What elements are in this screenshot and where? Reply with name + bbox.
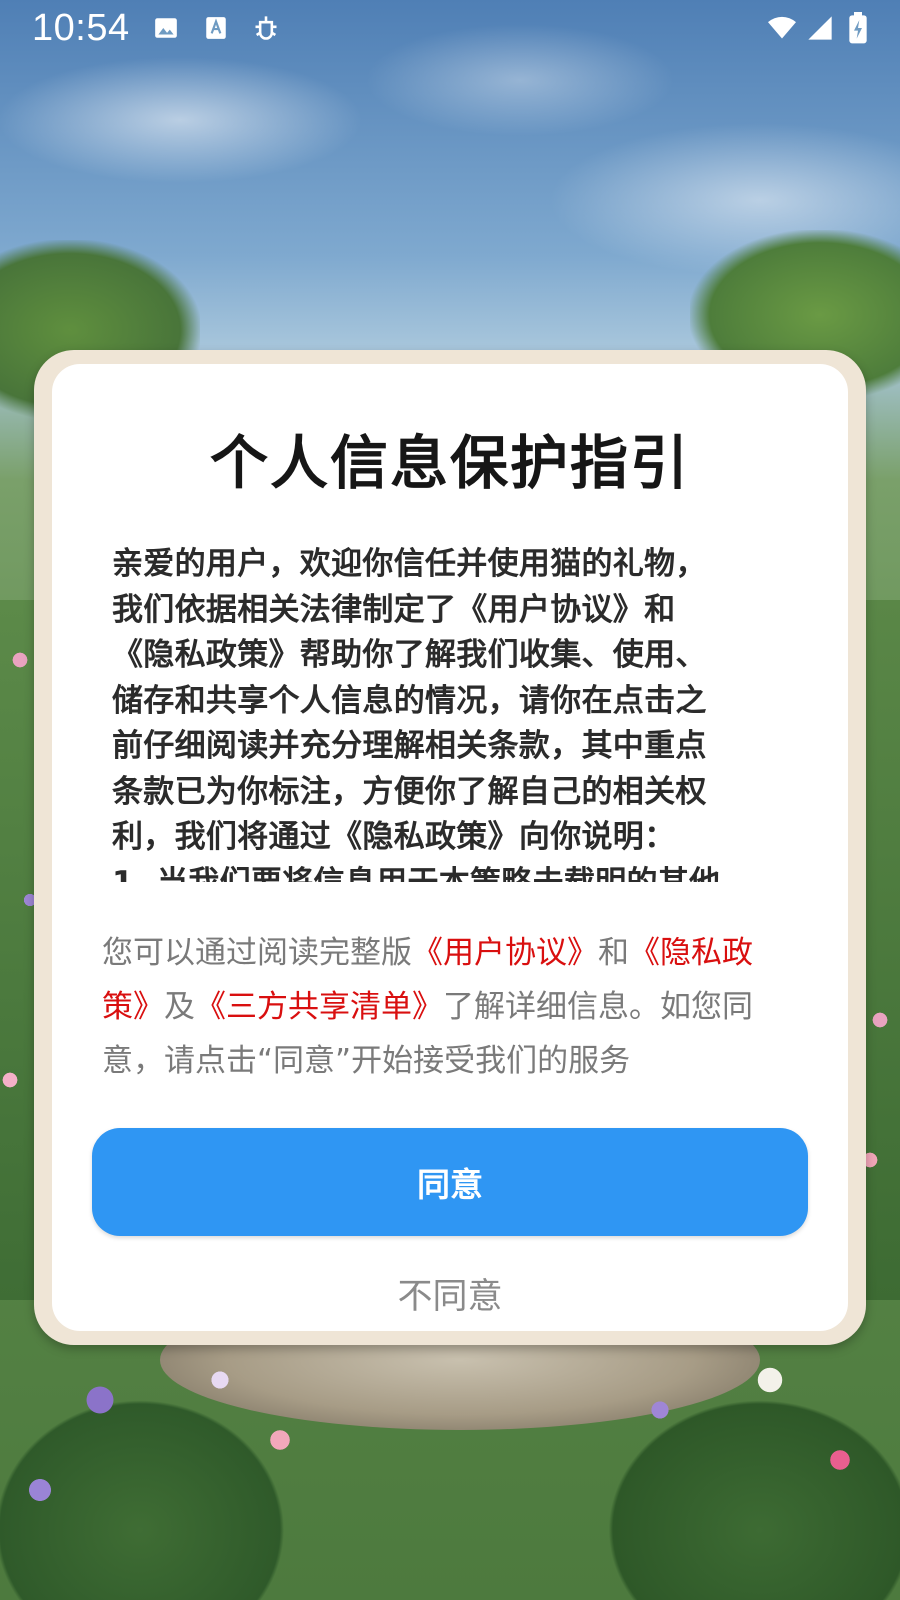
status-time: 10:54 <box>32 6 130 49</box>
dialog-title: 个人信息保护指引 <box>209 429 690 497</box>
dialog-note: 您可以通过阅读完整版《用户协议》和《隐私政策》及《三方共享清单》了解详细信息。如… <box>102 926 798 1088</box>
body-line: 《隐私政策》帮助你了解我们收集、使用、 <box>112 637 707 673</box>
body-line: 我们依据相关法律制定了《用户协议》和 <box>112 591 676 628</box>
note-text: 及 <box>164 989 195 1025</box>
signal-icon <box>806 14 834 42</box>
agree-button[interactable]: 同意 <box>92 1128 808 1236</box>
wifi-icon <box>768 14 796 42</box>
status-bar: 10:54 <box>0 0 900 56</box>
privacy-dialog-card: 个人信息保护指引 亲爱的用户，欢迎你信任并使用猫的礼物， 我们依据相关法律制定了… <box>52 364 848 1331</box>
status-bar-right <box>768 12 872 44</box>
body-line: 条款已为你标注，方便你了解自己的相关权 <box>112 773 707 810</box>
bug-icon <box>252 14 280 42</box>
dialog-body-scroll[interactable]: 亲爱的用户，欢迎你信任并使用猫的礼物， 我们依据相关法律制定了《用户协议》和 《… <box>112 542 788 882</box>
user-agreement-link[interactable]: 《用户协议》 <box>412 935 598 971</box>
body-line: 1. 当我们要将信息用于本策略未载明的其他 <box>112 861 788 883</box>
disagree-button[interactable]: 不同意 <box>52 1260 848 1326</box>
text-a-icon <box>202 14 230 42</box>
image-icon <box>152 14 180 42</box>
body-line: 亲爱的用户，欢迎你信任并使用猫的礼物， <box>112 546 707 582</box>
body-line: 前仔细阅读并充分理解相关条款，其中重点 <box>112 728 707 764</box>
status-bar-left: 10:54 <box>32 7 280 50</box>
battery-charging-icon <box>844 12 872 44</box>
body-line: 储存和共享个人信息的情况，请你在点击之 <box>112 682 707 719</box>
third-party-list-link[interactable]: 《三方共享清单》 <box>195 989 443 1025</box>
privacy-dialog: 个人信息保护指引 亲爱的用户，欢迎你信任并使用猫的礼物， 我们依据相关法律制定了… <box>34 350 866 1345</box>
note-text: 和 <box>598 935 629 971</box>
note-text: 您可以通过阅读完整版 <box>102 935 412 971</box>
body-line: 利，我们将通过《隐私政策》向你说明： <box>112 819 676 855</box>
